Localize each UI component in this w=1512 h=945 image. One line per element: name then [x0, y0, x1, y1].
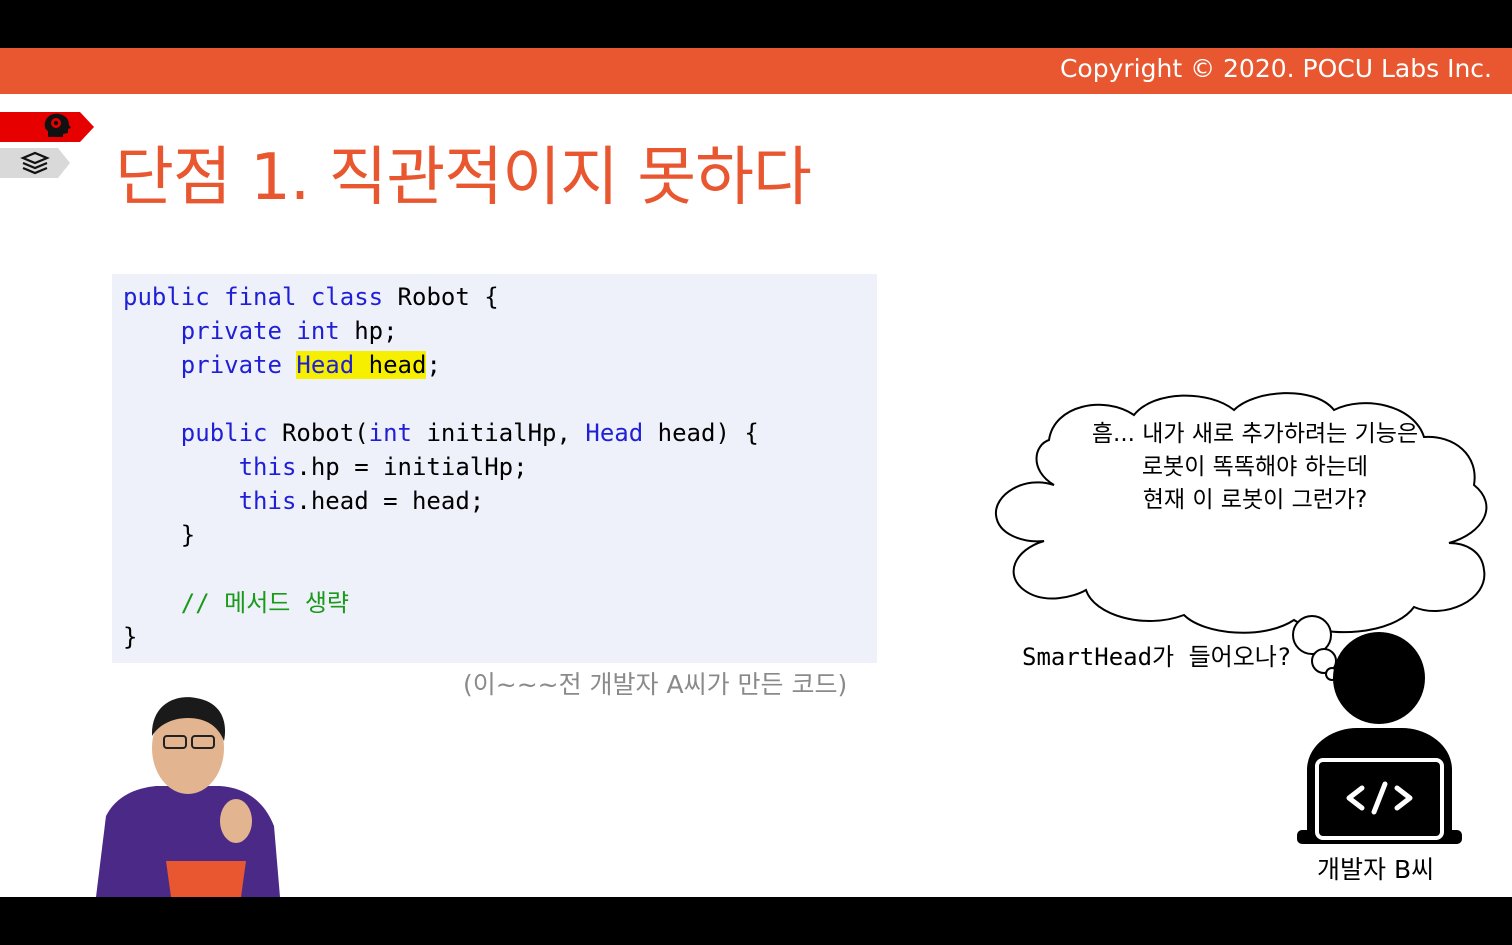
slide-title: 단점 1. 직관적이지 못하다	[115, 141, 812, 215]
thought-line: 현재 이 로봇이 그런가?	[1142, 487, 1368, 513]
code-token: .head = head;	[296, 487, 485, 515]
code-line: this.hp = initialHp;	[123, 452, 528, 482]
code-line: this.head = head;	[123, 486, 485, 516]
code-line: }	[123, 520, 195, 550]
presenter-avatar	[96, 697, 280, 897]
code-block: public final class Robot { private int h…	[112, 274, 877, 663]
code-line: private int hp;	[123, 316, 398, 346]
smarthead-question: SmartHead가 들어오나?	[1022, 643, 1292, 671]
code-token: int	[368, 419, 413, 447]
code-token: Head	[296, 351, 355, 379]
copyright-text: Copyright © 2020. POCU Labs Inc.	[1059, 54, 1492, 83]
code-token: }	[123, 623, 138, 651]
code-token: initialHp,	[412, 419, 586, 447]
thought-text: 흠... 내가 새로 추가하려는 기능은 로봇이 똑똑해야 하는데 현재 이 로…	[1040, 418, 1470, 517]
code-token: this	[238, 453, 297, 481]
code-token: hp;	[339, 317, 398, 345]
nav-tag-book[interactable]	[0, 146, 92, 178]
code-line: public Robot(int initialHp, Head head) {	[123, 418, 759, 448]
code-token: Robot {	[383, 283, 499, 311]
developer-label: 개발자 B씨	[1317, 855, 1435, 884]
brain-head-icon	[42, 113, 72, 139]
code-token: Head	[585, 419, 644, 447]
code-token: ;	[426, 351, 441, 379]
code-token: head) {	[643, 419, 759, 447]
header-band: Copyright © 2020. POCU Labs Inc.	[0, 48, 1512, 94]
code-token: head	[368, 351, 427, 379]
code-line: // 메서드 생략	[123, 588, 349, 618]
video-letterbox-top	[0, 0, 1512, 48]
code-token: Robot(	[267, 419, 369, 447]
code-line: }	[123, 622, 137, 652]
code-token: private	[180, 351, 282, 379]
code-line: public final class Robot {	[123, 282, 499, 312]
code-token	[354, 351, 369, 379]
code-line: private Head head;	[123, 350, 441, 380]
code-token: // 메서드 생략	[180, 589, 349, 617]
book-stack-icon	[20, 150, 50, 176]
code-token: this	[238, 487, 297, 515]
nav-tag-brain[interactable]	[0, 110, 94, 142]
code-caption: (이~~~전 개발자 A씨가 만든 코드)	[463, 670, 848, 699]
thought-line: 흠... 내가 새로 추가하려는 기능은	[1091, 421, 1419, 447]
code-token: public	[180, 419, 268, 447]
slide: Copyright © 2020. POCU Labs Inc. 단점 1. 직…	[0, 48, 1512, 897]
code-token: public final class	[123, 283, 384, 311]
developer-laptop-icon	[1297, 632, 1462, 844]
code-token: private int	[180, 317, 340, 345]
code-token: .hp = initialHp;	[296, 453, 528, 481]
video-letterbox-bottom	[0, 897, 1512, 945]
thought-line: 로봇이 똑똑해야 하는데	[1141, 454, 1369, 480]
code-token: }	[123, 521, 196, 549]
